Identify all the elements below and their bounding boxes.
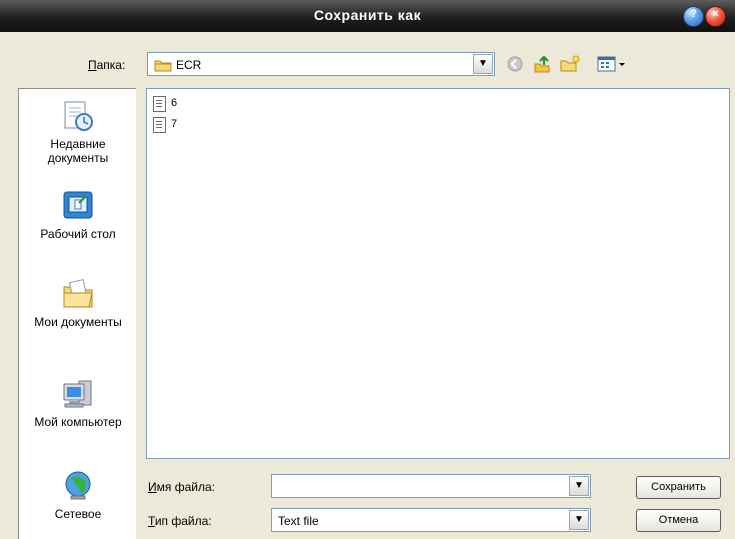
place-desktop[interactable]: Рабочий стол: [19, 189, 137, 241]
place-my-computer[interactable]: Мой компьютер: [19, 377, 137, 429]
place-my-documents[interactable]: Мои документы: [19, 277, 137, 329]
close-button[interactable]: ×: [705, 6, 726, 27]
recent-documents-icon: [61, 99, 95, 133]
window-title: Сохранить как: [313, 7, 422, 23]
filetype-label: Тип файла:: [148, 514, 212, 528]
desktop-icon: [61, 189, 95, 223]
folder-label: Папка:: [88, 58, 126, 72]
back-icon[interactable]: [505, 55, 525, 73]
place-label: Мой компьютер: [34, 415, 122, 429]
cancel-button[interactable]: Отмена: [636, 509, 721, 532]
file-list[interactable]: 6 7: [146, 88, 730, 459]
new-folder-icon[interactable]: [560, 55, 580, 73]
chevron-down-icon[interactable]: ▼: [569, 476, 589, 496]
place-recent-documents[interactable]: Недавние документы: [19, 99, 137, 165]
up-folder-icon[interactable]: [532, 55, 552, 73]
places-bar: Недавние документы Рабочий стол Мои доку…: [18, 88, 136, 539]
current-folder: ECR: [176, 58, 202, 72]
save-button[interactable]: Сохранить: [636, 476, 721, 499]
help-icon: ?: [690, 8, 697, 20]
place-label: Сетевое: [54, 507, 102, 521]
filename-input[interactable]: ▼: [271, 474, 591, 498]
my-computer-icon: [61, 377, 95, 411]
chevron-down-icon[interactable]: ▼: [569, 510, 589, 530]
network-icon: [61, 469, 95, 503]
place-label: Рабочий стол: [40, 227, 116, 241]
my-documents-icon: [61, 277, 95, 311]
folder-icon: [154, 60, 172, 72]
place-label: Недавние документы: [47, 137, 109, 165]
help-button[interactable]: ?: [683, 6, 704, 27]
text-file-icon: [153, 96, 166, 112]
folder-combobox[interactable]: ECR ▼: [147, 52, 495, 76]
text-file-icon: [153, 117, 166, 133]
place-label: Мои документы: [34, 315, 122, 329]
chevron-down-icon[interactable]: ▼: [473, 54, 493, 74]
close-icon: ×: [712, 8, 719, 20]
title-bar[interactable]: Сохранить как ? ×: [0, 0, 735, 32]
file-name: 6: [171, 97, 178, 109]
view-menu-icon[interactable]: [596, 55, 628, 73]
filetype-select[interactable]: Text file ▼: [271, 508, 591, 532]
file-name: 7: [171, 118, 178, 130]
filename-label: Имя файла:: [148, 480, 215, 494]
save-as-dialog: Сохранить как ? × Папка: ECR ▼ Недавние …: [0, 0, 735, 539]
place-network[interactable]: Сетевое: [19, 469, 137, 521]
filetype-value: Text file: [278, 514, 319, 528]
